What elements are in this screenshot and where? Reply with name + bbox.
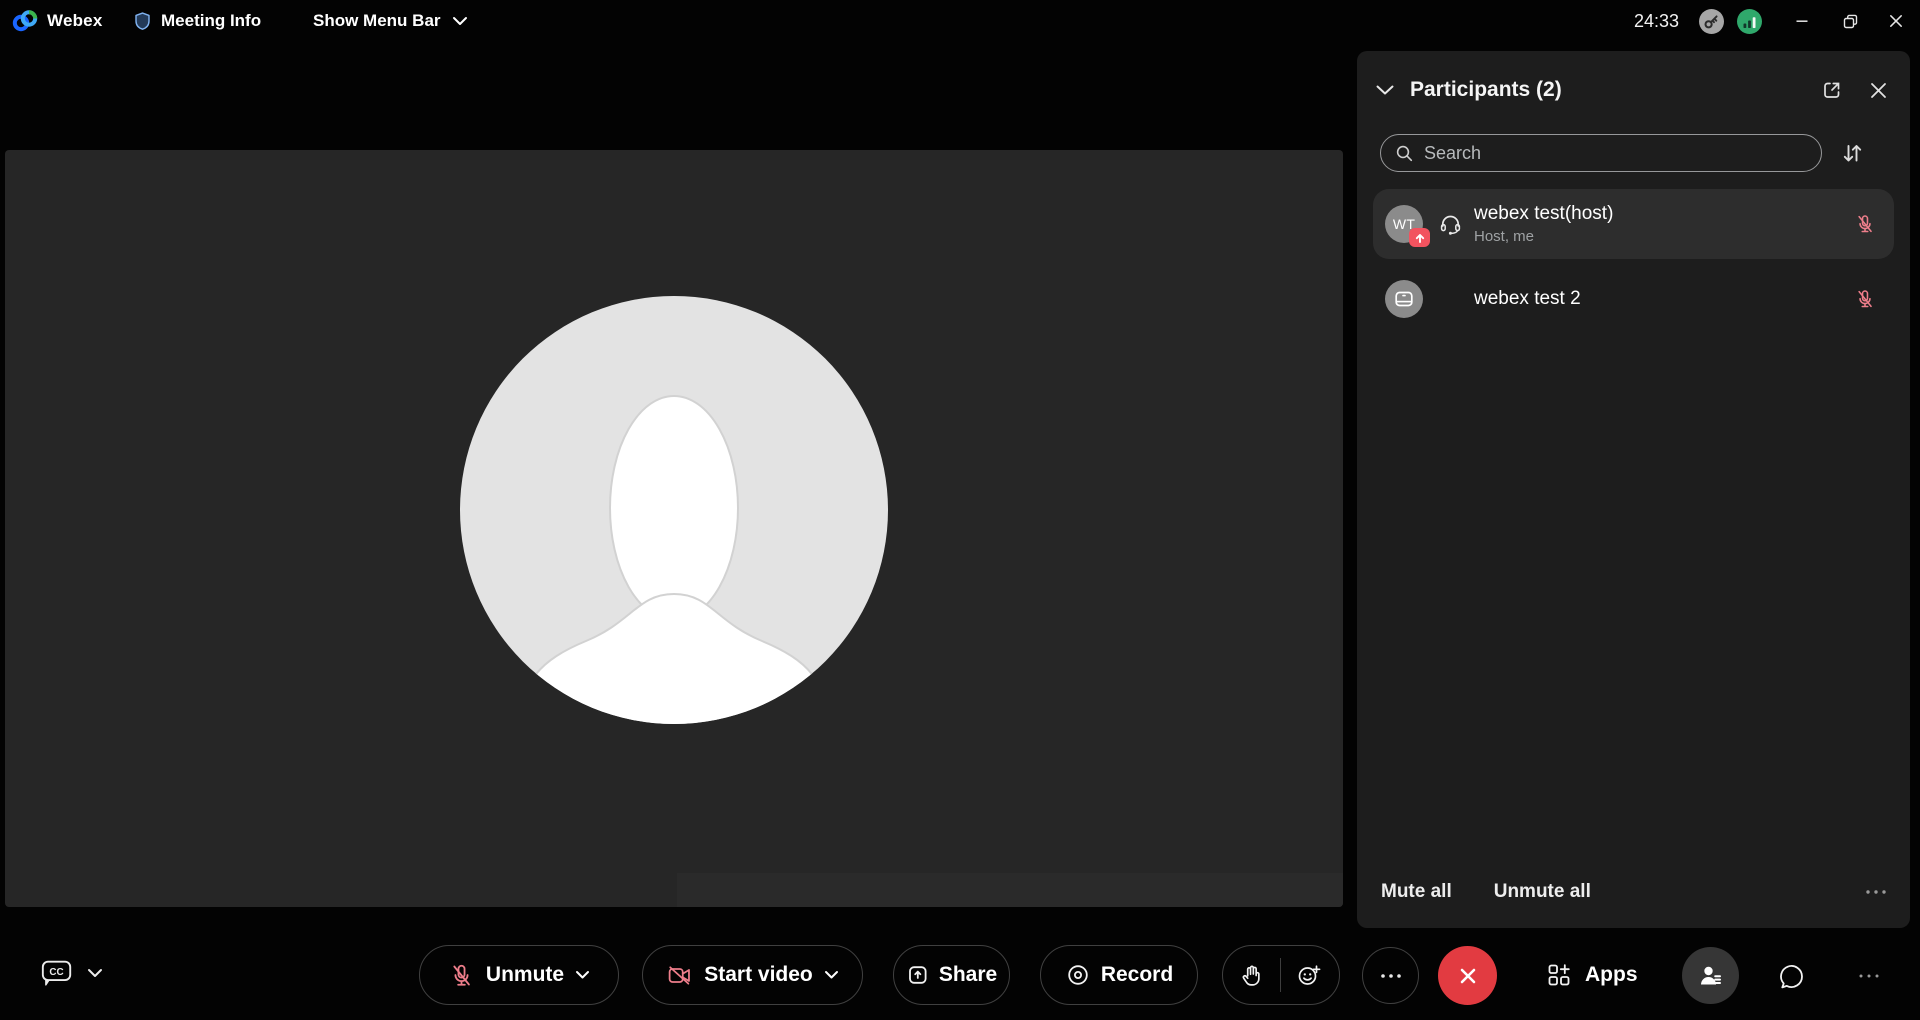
window-minimize-button[interactable] <box>1780 0 1824 42</box>
start-video-chevron-icon[interactable] <box>824 970 839 980</box>
divider <box>1280 958 1281 992</box>
reactions-group <box>1222 945 1340 1005</box>
connection-quality-badge[interactable] <box>1737 9 1762 34</box>
participant-name: webex test(host) <box>1474 202 1613 226</box>
muted-mic-icon[interactable] <box>1854 288 1876 310</box>
unmute-all-button[interactable]: Unmute all <box>1494 881 1591 903</box>
signal-bars-icon <box>1742 15 1757 29</box>
apps-label: Apps <box>1585 963 1638 987</box>
panel-more-icon[interactable] <box>1864 888 1888 896</box>
share-screen-icon <box>906 963 930 987</box>
search-icon <box>1395 144 1414 163</box>
record-label: Record <box>1101 963 1173 987</box>
webex-logo-icon <box>12 8 38 34</box>
chat-button[interactable] <box>1772 957 1810 995</box>
meeting-timer: 24:33 <box>1634 0 1679 42</box>
participant-avatar-placeholder <box>460 296 888 724</box>
shield-icon <box>133 10 152 32</box>
apps-grid-icon <box>1546 962 1572 988</box>
mute-all-button[interactable]: Mute all <box>1381 881 1452 903</box>
window-close-button[interactable] <box>1874 0 1918 42</box>
share-button[interactable]: Share <box>893 945 1010 1005</box>
participant-row-2[interactable]: webex test 2 <box>1373 272 1894 326</box>
avatar <box>1385 280 1423 318</box>
device-icon <box>1393 288 1415 310</box>
closed-captions-icon: CC <box>40 957 74 988</box>
show-menu-bar-label: Show Menu Bar <box>313 11 441 31</box>
meeting-info-label: Meeting Info <box>161 11 261 31</box>
pop-out-panel-icon[interactable] <box>1821 79 1843 101</box>
toolbar-overflow-button[interactable] <box>1852 966 1886 986</box>
unmute-button[interactable]: Unmute <box>419 945 619 1005</box>
titlebar: Webex Meeting Info Show Menu Bar 24:33 <box>0 0 1920 42</box>
key-icon <box>1703 13 1720 30</box>
more-options-button[interactable] <box>1362 947 1419 1004</box>
muted-mic-icon[interactable] <box>1854 213 1876 235</box>
start-video-button[interactable]: Start video <box>642 945 863 1005</box>
participants-panel-header: Participants (2) <box>1375 73 1896 107</box>
chevron-down-icon <box>452 16 468 26</box>
webex-meeting-window: Webex Meeting Info Show Menu Bar 24:33 <box>0 0 1920 1020</box>
window-restore-button[interactable] <box>1828 0 1872 42</box>
encryption-key-badge[interactable] <box>1699 9 1724 34</box>
camera-off-icon <box>666 963 693 988</box>
sharing-badge-icon <box>1409 228 1430 247</box>
participant-row-host[interactable]: WT w <box>1373 189 1894 259</box>
show-menu-bar-button[interactable]: Show Menu Bar <box>313 0 468 42</box>
video-hover-strip <box>677 873 1343 907</box>
collapse-chevron-icon[interactable] <box>1375 84 1395 96</box>
participants-panel-title: Participants (2) <box>1410 78 1562 102</box>
unmute-label: Unmute <box>486 963 564 987</box>
close-panel-icon[interactable] <box>1869 81 1888 100</box>
chat-bubble-icon <box>1776 961 1807 992</box>
reactions-smiley-icon[interactable] <box>1296 962 1322 988</box>
start-video-label: Start video <box>704 963 813 987</box>
participant-search-box[interactable] <box>1380 134 1822 172</box>
cc-chevron-down-icon[interactable] <box>87 968 103 978</box>
headset-icon <box>1438 212 1463 237</box>
participants-panel-footer: Mute all Unmute all <box>1381 874 1888 910</box>
share-label: Share <box>939 963 997 987</box>
closed-captions-control[interactable]: CC <box>40 957 103 988</box>
record-button[interactable]: Record <box>1040 945 1198 1005</box>
main-video-tile[interactable] <box>5 150 1343 907</box>
meeting-info-button[interactable]: Meeting Info <box>133 0 261 42</box>
participant-search-input[interactable] <box>1424 143 1807 164</box>
raise-hand-icon[interactable] <box>1240 963 1265 988</box>
muted-mic-icon <box>448 962 475 989</box>
app-title: Webex <box>47 11 103 31</box>
sort-participants-icon[interactable] <box>1840 141 1865 166</box>
record-icon <box>1065 962 1091 988</box>
unmute-chevron-icon[interactable] <box>575 970 590 980</box>
cc-glyph: CC <box>49 967 63 978</box>
participants-toggle-button[interactable] <box>1682 947 1739 1004</box>
apps-button[interactable]: Apps <box>1546 945 1638 1005</box>
participants-panel: Participants (2) <box>1357 51 1910 928</box>
close-x-icon <box>1455 963 1481 989</box>
avatar: WT <box>1385 205 1423 243</box>
participant-name: webex test 2 <box>1474 287 1581 311</box>
brand: Webex <box>12 0 103 42</box>
participant-role: Host, me <box>1474 227 1613 247</box>
participants-icon <box>1696 961 1726 991</box>
leave-meeting-button[interactable] <box>1438 946 1497 1005</box>
